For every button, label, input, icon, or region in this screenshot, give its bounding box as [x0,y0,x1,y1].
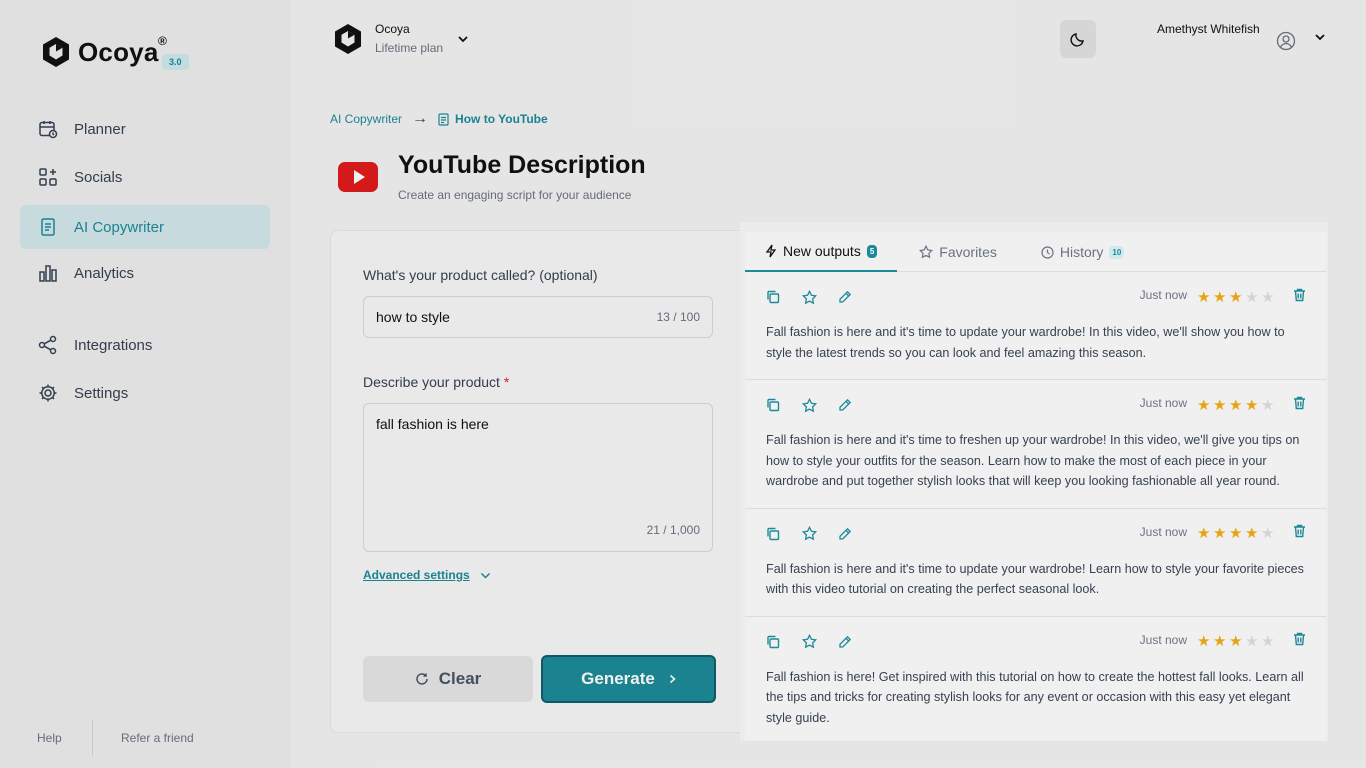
tab-label: History [1059,244,1104,260]
star-outline-icon [802,634,817,649]
edit-button[interactable] [838,635,874,649]
output-rating[interactable]: ★ ★ ★ ★ ★ [1197,634,1277,649]
star-outline-icon [919,245,934,259]
star-filled-icon[interactable]: ★ [1213,526,1229,541]
tab-favorites[interactable]: Favorites [897,232,1019,272]
copy-button[interactable] [766,290,802,304]
trash-icon [1294,524,1305,538]
output-toolbar: Just now ★ ★ ★ ★ ★ [766,380,1306,430]
star-filled-icon[interactable]: ★ [1197,290,1213,305]
star-outline-icon [802,397,817,412]
output-rating[interactable]: ★ ★ ★ ★ ★ [1197,526,1277,541]
tab-history[interactable]: History 10 [1019,232,1146,272]
trash-icon [1294,632,1305,646]
lightning-icon [765,244,777,258]
output-timestamp: Just now [1139,632,1187,647]
delete-button[interactable] [1293,396,1306,415]
delete-button[interactable] [1293,288,1306,307]
favorite-button[interactable] [802,397,838,413]
output-meta: Just now ★ ★ ★ ★ ★ [1140,396,1306,415]
output-rating[interactable]: ★ ★ ★ ★ ★ [1197,290,1277,305]
star-outline-icon [802,289,817,304]
pencil-icon [839,635,852,648]
star-filled-icon[interactable]: ★ [1197,526,1213,541]
star-empty-icon[interactable]: ★ [1261,634,1277,649]
output-timestamp: Just now [1139,396,1187,410]
favorite-button[interactable] [802,289,838,305]
tab-count-badge: 10 [1109,245,1125,259]
star-filled-icon[interactable]: ★ [1229,526,1245,541]
output-text[interactable]: Fall fashion is here and it's time to up… [766,559,1306,616]
output-item: Just now ★ ★ ★ ★ ★ Fall fashion is here and … [745,509,1326,617]
tab-count-badge: 5 [866,244,878,258]
output-list: Just now ★ ★ ★ ★ ★ Fall fashion is here and … [745,272,1326,741]
output-item: Just now ★ ★ ★ ★ ★ Fall fashion is here and … [745,380,1326,509]
star-empty-icon[interactable]: ★ [1261,398,1277,413]
star-empty-icon[interactable]: ★ [1261,526,1277,541]
star-filled-icon[interactable]: ★ [1213,634,1229,649]
delete-button[interactable] [1293,524,1306,543]
clock-icon [1041,245,1054,259]
star-empty-icon[interactable]: ★ [1245,634,1261,649]
star-filled-icon[interactable]: ★ [1245,526,1261,541]
output-meta: Just now ★ ★ ★ ★ ★ [1140,632,1306,651]
favorite-button[interactable] [802,634,838,649]
results-tabs: New outputs 5 Favorites History 10 [745,232,1326,272]
edit-button[interactable] [838,290,874,304]
star-filled-icon[interactable]: ★ [1245,398,1261,413]
output-timestamp: Just now [1139,524,1187,539]
pencil-icon [839,527,852,540]
tab-label: Favorites [939,244,997,260]
copy-icon [767,635,780,648]
edit-button[interactable] [838,527,874,541]
star-filled-icon[interactable]: ★ [1229,398,1245,413]
output-toolbar: Just now ★ ★ ★ ★ ★ [766,509,1306,559]
edit-button[interactable] [838,398,874,412]
trash-icon [1294,288,1305,301]
copy-icon [767,527,780,540]
output-meta: Just now ★ ★ ★ ★ ★ [1140,524,1306,543]
tab-new-outputs[interactable]: New outputs 5 [745,232,898,272]
output-text[interactable]: Fall fashion is here and it's time to fr… [766,430,1306,508]
output-text[interactable]: Fall fashion is here! Get inspired with … [766,667,1306,742]
output-toolbar: Just now ★ ★ ★ ★ ★ [766,272,1306,322]
star-outline-icon [802,526,817,541]
star-filled-icon[interactable]: ★ [1213,398,1229,413]
star-filled-icon[interactable]: ★ [1213,290,1229,305]
pencil-icon [839,290,852,303]
copy-icon [767,290,780,304]
output-toolbar: Just now ★ ★ ★ ★ ★ [766,617,1306,667]
copy-button[interactable] [766,527,802,541]
pencil-icon [839,398,852,411]
delete-button[interactable] [1293,632,1306,651]
star-filled-icon[interactable]: ★ [1229,634,1245,649]
star-filled-icon[interactable]: ★ [1197,398,1213,413]
star-empty-icon[interactable]: ★ [1245,290,1261,305]
copy-button[interactable] [766,635,802,649]
output-meta: Just now ★ ★ ★ ★ ★ [1140,288,1306,307]
output-item: Just now ★ ★ ★ ★ ★ Fall fashion is here and … [745,272,1326,380]
star-empty-icon[interactable]: ★ [1261,290,1277,305]
star-filled-icon[interactable]: ★ [1229,290,1245,305]
output-text[interactable]: Fall fashion is here and it's time to up… [766,322,1306,379]
trash-icon [1294,396,1305,409]
tab-label: New outputs [783,243,861,259]
output-item: Just now ★ ★ ★ ★ ★ Fall fashion is here! Get… [745,617,1326,742]
output-timestamp: Just now [1139,288,1187,302]
output-rating[interactable]: ★ ★ ★ ★ ★ [1197,398,1277,413]
results-panel: New outputs 5 Favorites History 10 Just … [740,222,1328,741]
results-panel-body: New outputs 5 Favorites History 10 Just … [745,232,1326,741]
copy-button[interactable] [766,398,802,412]
copy-icon [767,398,780,412]
star-filled-icon[interactable]: ★ [1197,634,1213,649]
favorite-button[interactable] [802,526,838,541]
